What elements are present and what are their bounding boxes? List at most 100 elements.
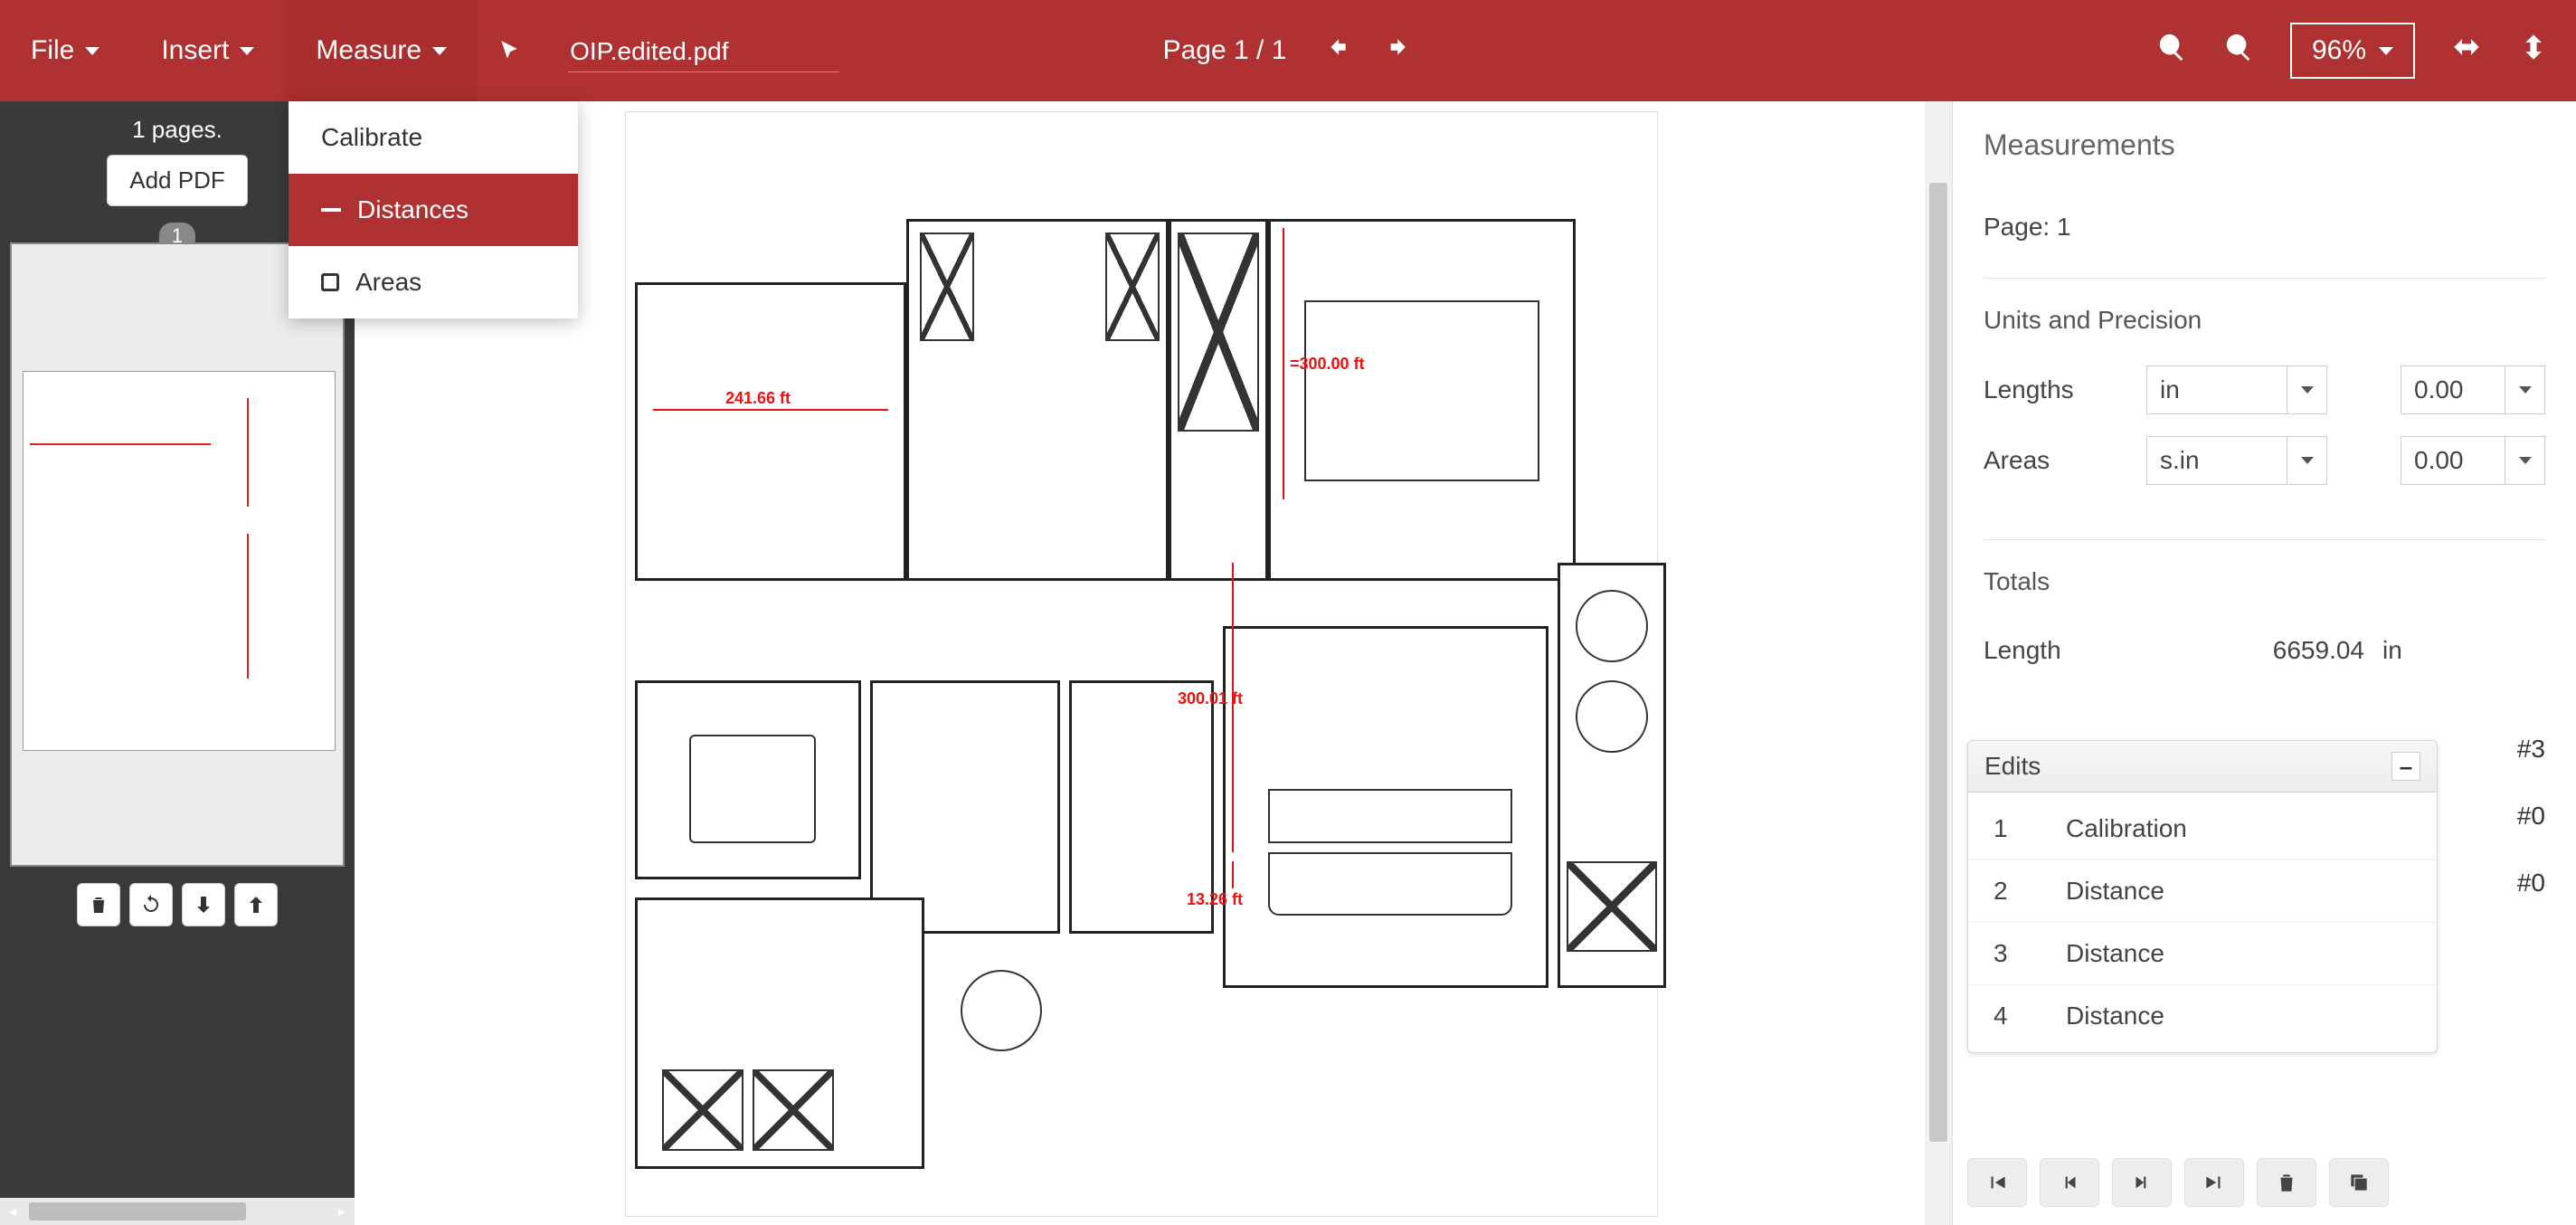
measure-calibrate-label: Calibrate bbox=[321, 123, 422, 152]
fit-width-icon bbox=[2451, 32, 2482, 62]
prev-page-button[interactable] bbox=[1322, 33, 1350, 68]
zoom-out-button[interactable] bbox=[2156, 32, 2187, 70]
canvas-area[interactable]: 241.66 ft =300.00 ft 300.01 ft 13.26 ft bbox=[355, 101, 1952, 1225]
thumbnail-move-up-button[interactable] bbox=[234, 883, 278, 926]
panel-title: Measurements bbox=[1984, 128, 2545, 162]
measure-calibrate-item[interactable]: Calibrate bbox=[289, 101, 578, 174]
caret-down-icon bbox=[240, 47, 254, 55]
dimension-label: 241.66 ft bbox=[725, 389, 791, 408]
menu-file-label: File bbox=[31, 35, 74, 66]
edits-index: 1 bbox=[1994, 814, 2030, 843]
chevron-down-icon bbox=[2505, 437, 2544, 484]
zoom-in-button[interactable] bbox=[2223, 32, 2254, 70]
count-badge: #0 bbox=[2517, 869, 2545, 897]
caret-down-icon bbox=[2379, 47, 2393, 55]
edits-label: Distance bbox=[2066, 1002, 2164, 1030]
arrow-up-icon bbox=[245, 894, 267, 916]
dimension-line[interactable] bbox=[1232, 861, 1234, 888]
cursor-icon bbox=[497, 39, 521, 62]
measurements-panel: Measurements Page: 1 Units and Precision… bbox=[1952, 101, 2576, 1225]
totals-header: Totals bbox=[1984, 567, 2545, 596]
menu-insert[interactable]: Insert bbox=[130, 0, 285, 101]
zoom-out-icon bbox=[2156, 32, 2187, 62]
page-indicator: Page 1 / 1 bbox=[1163, 35, 1287, 66]
pages-count-label: 1 pages. bbox=[132, 116, 223, 144]
skip-last-icon bbox=[2202, 1171, 2226, 1194]
measure-dropdown: Calibrate Distances Areas bbox=[289, 101, 578, 318]
edits-header[interactable]: Edits – bbox=[1968, 741, 2437, 793]
edits-minimize-button[interactable]: – bbox=[2391, 752, 2420, 781]
fit-height-button[interactable] bbox=[2518, 32, 2549, 70]
vscroll-thumb[interactable] bbox=[1929, 183, 1947, 1142]
measure-distances-item[interactable]: Distances bbox=[289, 174, 578, 246]
thumbnail-delete-button[interactable] bbox=[77, 883, 120, 926]
thumbnail-move-down-button[interactable] bbox=[182, 883, 225, 926]
lengths-unit-select[interactable]: in bbox=[2146, 366, 2327, 414]
edits-first-button[interactable] bbox=[1967, 1158, 2027, 1207]
page-thumbnail[interactable] bbox=[10, 242, 345, 867]
edits-row[interactable]: 3 Distance bbox=[1968, 923, 2437, 985]
zoom-level-dropdown[interactable]: 96% bbox=[2290, 23, 2415, 79]
hscroll-thumb[interactable] bbox=[29, 1202, 246, 1220]
line-icon bbox=[321, 208, 341, 212]
step-prev-icon bbox=[2058, 1171, 2081, 1194]
areas-label: Areas bbox=[1984, 446, 2119, 475]
measure-areas-item[interactable]: Areas bbox=[289, 246, 578, 318]
skip-first-icon bbox=[1985, 1171, 2009, 1194]
chevron-down-icon bbox=[2287, 366, 2326, 413]
count-badge: #3 bbox=[2517, 735, 2545, 764]
thumbnail-toolbar bbox=[77, 883, 278, 926]
edits-index: 2 bbox=[1994, 877, 2030, 906]
menu-insert-label: Insert bbox=[161, 35, 229, 66]
canvas-vscroll[interactable] bbox=[1925, 101, 1952, 1225]
fit-height-icon bbox=[2518, 32, 2549, 62]
dimension-label: 13.26 ft bbox=[1187, 890, 1243, 909]
menu-file[interactable]: File bbox=[0, 0, 130, 101]
filename-input[interactable]: OIP.edited.pdf bbox=[568, 30, 839, 72]
floor-plan: 241.66 ft =300.00 ft 300.01 ft 13.26 ft bbox=[635, 282, 1675, 1187]
trash-icon bbox=[88, 894, 109, 916]
edits-next-button[interactable] bbox=[2112, 1158, 2172, 1207]
chevron-down-icon bbox=[2505, 366, 2544, 413]
areas-precision-value: 0.00 bbox=[2401, 446, 2505, 475]
areas-unit-select[interactable]: s.in bbox=[2146, 436, 2327, 485]
scroll-right-button[interactable]: ▸ bbox=[329, 1199, 355, 1224]
zoom-level-label: 96% bbox=[2312, 35, 2366, 66]
total-length-unit: in bbox=[2382, 636, 2455, 665]
scroll-left-button[interactable]: ◂ bbox=[0, 1199, 25, 1224]
thumbnail-rotate-button[interactable] bbox=[129, 883, 173, 926]
lengths-precision-select[interactable]: 0.00 bbox=[2401, 366, 2545, 414]
lengths-precision-value: 0.00 bbox=[2401, 375, 2505, 404]
totals-counts: #3 #0 #0 bbox=[2517, 735, 2545, 897]
edits-title: Edits bbox=[1984, 752, 2041, 781]
count-badge: #0 bbox=[2517, 802, 2545, 831]
measure-distances-label: Distances bbox=[357, 195, 469, 224]
edits-copy-button[interactable] bbox=[2329, 1158, 2389, 1207]
edits-last-button[interactable] bbox=[2184, 1158, 2244, 1207]
pointer-tool[interactable] bbox=[478, 0, 541, 101]
edits-prev-button[interactable] bbox=[2040, 1158, 2099, 1207]
edits-row[interactable]: 4 Distance bbox=[1968, 985, 2437, 1047]
fit-width-button[interactable] bbox=[2451, 32, 2482, 70]
arrow-left-icon bbox=[1322, 33, 1350, 61]
copy-icon bbox=[2347, 1171, 2371, 1194]
edits-toolbar bbox=[1967, 1158, 2389, 1207]
edits-row[interactable]: 1 Calibration bbox=[1968, 798, 2437, 860]
edits-delete-button[interactable] bbox=[2257, 1158, 2316, 1207]
next-page-button[interactable] bbox=[1386, 33, 1413, 68]
menu-measure[interactable]: Measure bbox=[285, 0, 478, 101]
panel-page-label: Page: 1 bbox=[1984, 213, 2545, 242]
edits-index: 4 bbox=[1994, 1002, 2030, 1030]
lengths-unit-value: in bbox=[2147, 375, 2287, 404]
add-pdf-button[interactable]: Add PDF bbox=[107, 155, 248, 206]
arrow-down-icon bbox=[193, 894, 214, 916]
areas-precision-select[interactable]: 0.00 bbox=[2401, 436, 2545, 485]
dimension-line[interactable] bbox=[1283, 228, 1284, 499]
edits-panel: Edits – 1 Calibration 2 Distance 3 Dista… bbox=[1967, 740, 2438, 1053]
caret-down-icon bbox=[432, 47, 447, 55]
edits-row[interactable]: 2 Distance bbox=[1968, 860, 2437, 923]
dimension-label: 300.01 ft bbox=[1178, 689, 1243, 708]
dimension-line[interactable] bbox=[653, 409, 888, 411]
units-precision-header: Units and Precision bbox=[1984, 306, 2545, 335]
thumbnail-hscroll[interactable]: ◂ ▸ bbox=[0, 1198, 355, 1225]
